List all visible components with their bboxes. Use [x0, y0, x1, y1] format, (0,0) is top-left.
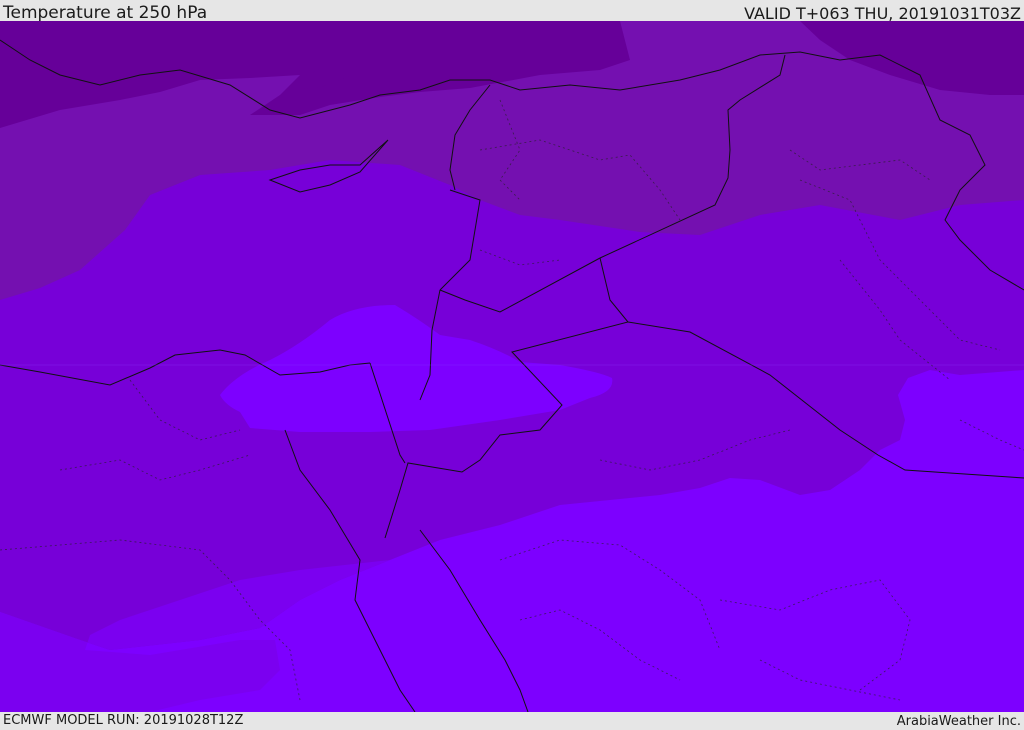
credit-label: ArabiaWeather Inc.: [896, 714, 1021, 729]
footer-bar: ECMWF MODEL RUN: 20191028T12Z ArabiaWeat…: [0, 712, 1024, 729]
map-panel: [0, 21, 1024, 712]
model-run-label: ECMWF MODEL RUN: 20191028T12Z: [3, 713, 244, 728]
header-bar: Temperature at 250 hPa VALID T+063 THU, …: [0, 0, 1024, 23]
chart-title: Temperature at 250 hPa: [3, 3, 208, 23]
temperature-map: [0, 21, 1024, 712]
